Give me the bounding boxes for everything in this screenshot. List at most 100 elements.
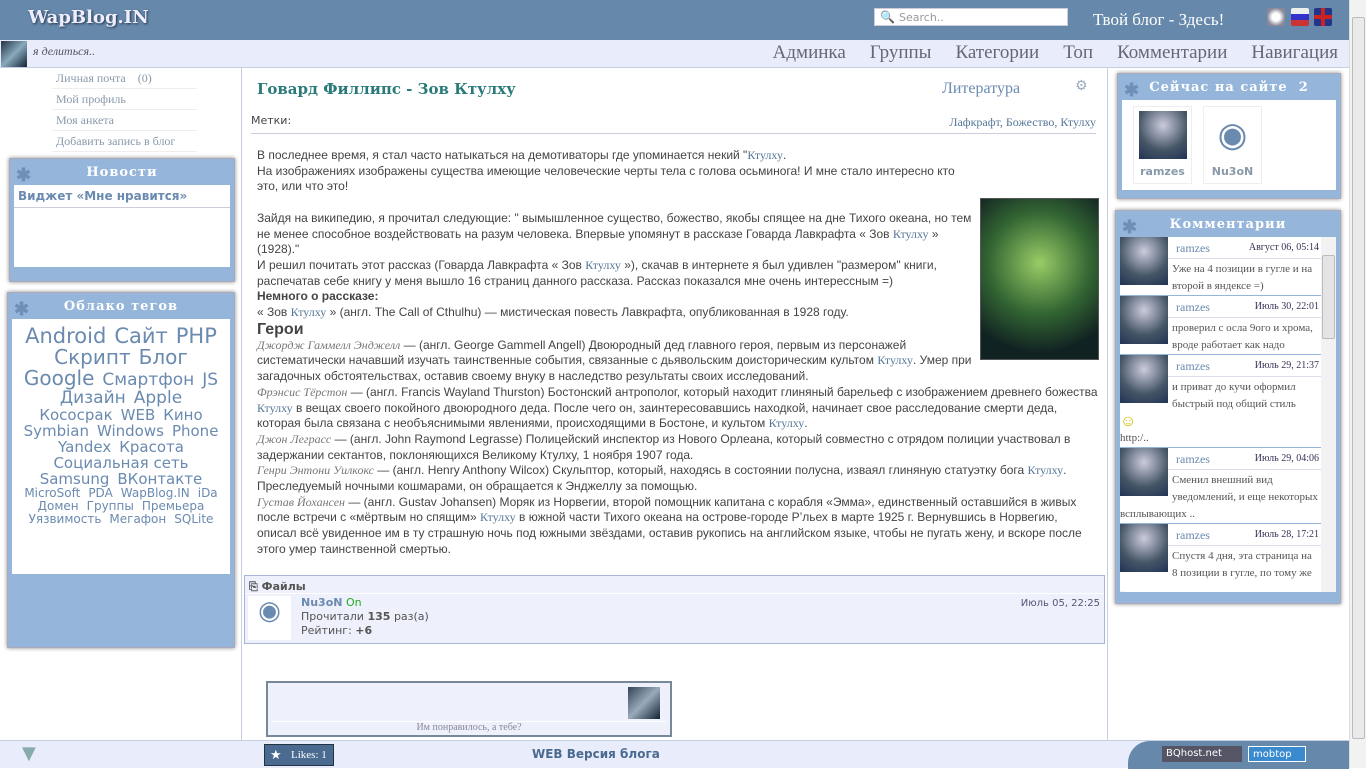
tag-link[interactable]: Samsung xyxy=(40,471,110,487)
comment-user[interactable]: ramzes xyxy=(1176,528,1210,542)
bqhost-badge[interactable]: BQhost.net xyxy=(1162,746,1242,762)
star-icon: ✱ xyxy=(16,165,33,186)
tag-link[interactable]: Кино xyxy=(163,407,202,423)
web-version-link[interactable]: WEB Версия блога xyxy=(532,747,660,761)
online-user[interactable]: ramzes xyxy=(1133,106,1192,184)
keyword-link[interactable]: Ктулху xyxy=(747,148,783,162)
comment-item[interactable]: ramzes Июль 30, 22:01 проверил с осла 9ого… xyxy=(1120,296,1323,355)
paragraph: Джордж Гаммелл Энджелл — (англ. George G… xyxy=(257,338,1099,385)
keyword-link[interactable]: Ктулху xyxy=(257,401,293,415)
text: » (англ. The Call of Cthulhu) — мистичес… xyxy=(326,305,849,320)
tag-link[interactable]: ВКонтакте xyxy=(117,471,202,487)
tag-link[interactable]: Google xyxy=(24,368,95,389)
comment-user[interactable]: ramzes xyxy=(1176,300,1210,314)
tag-link[interactable]: Кососрак xyxy=(39,407,112,423)
tag-link[interactable]: Блог xyxy=(139,347,188,368)
text: . xyxy=(782,148,787,162)
news-item[interactable]: Виджет «Мне нравится» xyxy=(14,185,230,208)
tag-link[interactable]: Социальная сеть xyxy=(53,455,188,471)
user-link-label: Добавить запись в блог xyxy=(56,134,176,148)
site-logo[interactable]: WapBlog.IN xyxy=(28,7,149,28)
nav-item[interactable]: Топ xyxy=(1063,42,1093,64)
comment-item[interactable]: ramzes Июль 28, 17:21 Спустя 4 дня, эта ст… xyxy=(1120,524,1323,592)
keyword-link[interactable]: Ктулху xyxy=(291,305,327,319)
tag-link[interactable]: Windows xyxy=(97,423,164,439)
footer-counters: BQhost.net mobtop xyxy=(1128,741,1349,769)
mobtop-badge[interactable]: mobtop xyxy=(1248,746,1306,762)
russian-flag-icon[interactable] xyxy=(1291,8,1309,26)
tag-link[interactable]: JS xyxy=(202,371,218,389)
tag-link[interactable]: Symbian xyxy=(24,423,89,439)
uk-flag-icon[interactable] xyxy=(1314,8,1332,26)
user-link-label: Мой профиль xyxy=(56,92,126,106)
mail-count: (0) xyxy=(137,71,152,85)
user-link[interactable]: Моя анкета xyxy=(52,110,197,131)
tag-link[interactable]: Yandex xyxy=(58,439,111,455)
nav-item[interactable]: Комментарии xyxy=(1117,42,1227,64)
character-name: Густав Йохансен xyxy=(257,494,345,509)
user-link[interactable]: Мой профиль xyxy=(52,89,197,110)
keyword-link[interactable]: Ктулху xyxy=(1028,463,1064,477)
comment-date: Июль 28, 17:21 xyxy=(1254,529,1319,540)
comment-user[interactable]: ramzes xyxy=(1176,452,1210,466)
author-avatar[interactable]: ◉ xyxy=(248,596,291,640)
nav-item[interactable]: Админка xyxy=(773,42,846,64)
tag-link[interactable]: Красота xyxy=(119,439,184,455)
tag-cloud-box: ✱ Облако тегов Android Сайт PHP Скрипт Блог Go… xyxy=(7,292,235,648)
keyword-link[interactable]: Ктулху xyxy=(769,416,805,430)
online-box: ✱ Сейчас на сайте 2 ramzes ◉ Nu3oN xyxy=(1117,73,1341,199)
search-icon: 🔍 xyxy=(880,10,895,24)
pda-globe-icon[interactable] xyxy=(1267,8,1285,26)
online-user[interactable]: ◉ Nu3oN xyxy=(1203,106,1262,184)
tag-link[interactable]: Уязвимость xyxy=(29,513,102,526)
tag-link[interactable]: Apple xyxy=(134,389,182,407)
keyword-link[interactable]: Ктулху xyxy=(893,227,929,241)
comments-scrollbar[interactable] xyxy=(1321,237,1336,592)
nav-item[interactable]: Навигация xyxy=(1251,42,1338,64)
tag-link[interactable]: Сайт xyxy=(114,325,167,347)
author-name[interactable]: Nu3oN xyxy=(301,596,342,609)
page-scrollbar[interactable] xyxy=(1349,0,1366,768)
settings-gear-icon[interactable]: ⚙ xyxy=(1075,78,1088,94)
tag-link[interactable]: Phone xyxy=(172,423,218,439)
likes-button[interactable]: ★ Likes: 1 xyxy=(264,744,334,766)
online-status: On xyxy=(345,596,362,609)
tag-link[interactable]: Android xyxy=(25,325,106,347)
post-category[interactable]: Литература xyxy=(942,80,1020,98)
tag-link[interactable]: Мегафон xyxy=(109,513,166,526)
tag-link[interactable]: WEB xyxy=(121,407,156,423)
keyword-link[interactable]: Ктулху xyxy=(585,258,621,272)
tag-link[interactable]: Смартфон xyxy=(102,371,194,389)
user-link[interactable]: Добавить запись в блог xyxy=(52,131,197,152)
tag-link[interactable]: Скрипт xyxy=(54,347,130,368)
nav-item[interactable]: Категории xyxy=(955,42,1039,64)
like-widget: Им понравилось, а тебе? xyxy=(266,681,672,737)
nav-item[interactable]: Группы xyxy=(870,42,932,64)
character-name: Фрэнсис Тёрстон xyxy=(257,384,348,399)
comment-item[interactable]: ramzes Июль 29, 04:06 Сменил внешний вид у… xyxy=(1120,448,1323,524)
left-sidebar: Личная почта (0) Мой профиль Моя анкета Доб… xyxy=(0,68,242,740)
commenter-avatar xyxy=(1120,237,1168,285)
keyword-link[interactable]: Ктулху xyxy=(480,510,516,524)
comment-extra: http:/.. xyxy=(1120,432,1149,444)
comment-item[interactable]: ramzes Июль 29, 21:37 и приват до кучи офо… xyxy=(1120,355,1323,448)
keyword-link[interactable]: Ктулху xyxy=(877,353,913,367)
read-label: Прочитали xyxy=(301,610,364,623)
comment-user[interactable]: ramzes xyxy=(1176,359,1210,373)
search-input[interactable]: 🔍 Search.. xyxy=(874,8,1068,26)
paragraph xyxy=(257,195,1099,211)
paragraph: Немного о рассказе: xyxy=(257,289,1099,305)
user-avatar[interactable] xyxy=(1,41,27,67)
tag-link[interactable]: PHP xyxy=(176,325,217,347)
post-date: Июль 05, 22:25 xyxy=(1020,598,1100,609)
user-link[interactable]: Личная почта (0) xyxy=(52,68,197,89)
footer-logo-icon[interactable]: ▼ xyxy=(22,743,36,764)
tag-link[interactable]: SQLite xyxy=(174,513,213,526)
tag-link[interactable]: Дизайн xyxy=(60,389,126,407)
comment-item[interactable]: ramzes Август 06, 05:14 Уже на 4 позиции в… xyxy=(1120,237,1323,296)
comment-date: Июль 30, 22:01 xyxy=(1254,301,1319,312)
comment-user[interactable]: ramzes xyxy=(1176,241,1210,255)
post-tags[interactable]: Лафкрафт, Божество, Ктулху xyxy=(949,115,1096,130)
files-label[interactable]: Файлы xyxy=(262,580,306,593)
liker-avatar[interactable] xyxy=(628,687,660,719)
